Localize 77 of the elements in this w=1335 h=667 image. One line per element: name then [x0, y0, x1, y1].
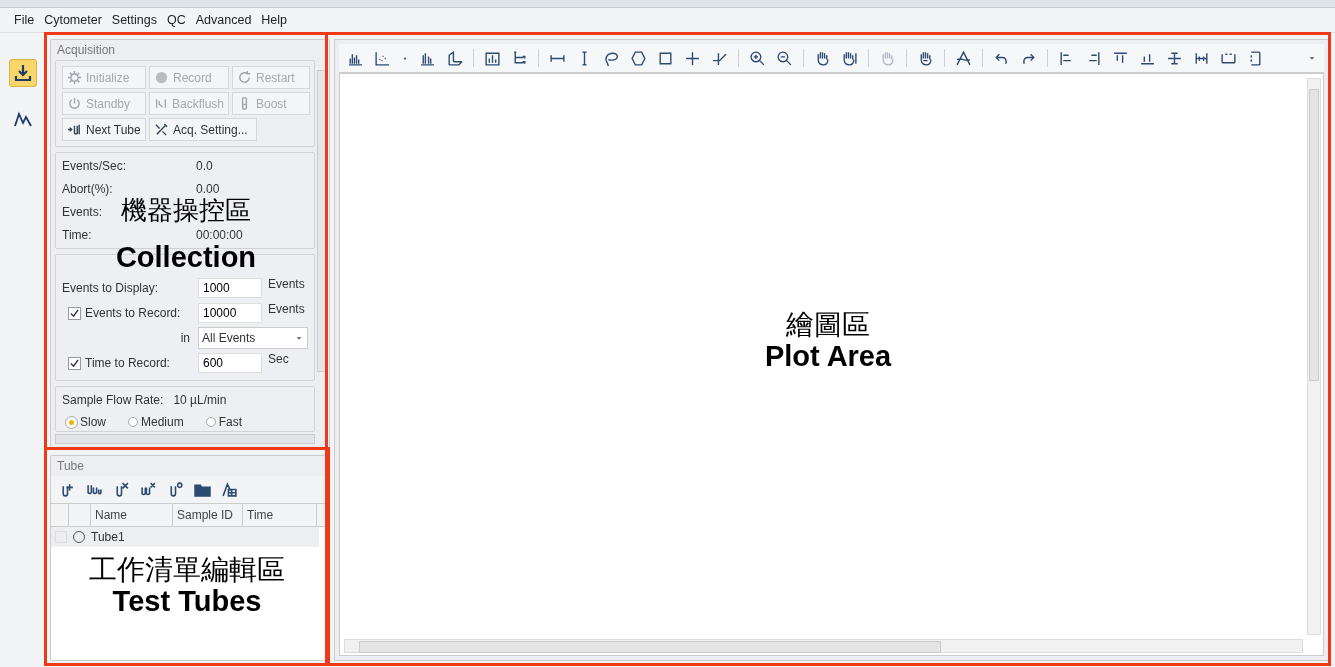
menu-item[interactable]: Cytometer — [44, 13, 102, 27]
add-tube-icon[interactable] — [59, 481, 76, 498]
column-header[interactable]: Sample ID — [173, 504, 243, 526]
stat-label: Events: — [62, 205, 103, 219]
power-icon — [67, 96, 82, 111]
zoom-out-icon[interactable] — [776, 49, 793, 67]
unit-label: Sec — [268, 352, 289, 366]
annotation-subtitle: Collection — [115, 243, 257, 272]
backflush-icon — [154, 96, 168, 111]
radio-button[interactable]: Slow — [66, 415, 106, 429]
field-label: Events to Record: — [85, 306, 181, 320]
column-header[interactable]: Time — [243, 504, 317, 526]
flow-rate-value: 10 µL/min — [173, 393, 227, 407]
rectangle-icon[interactable] — [657, 49, 674, 67]
annotation-title: 繪圖區 — [786, 310, 870, 341]
checkbox[interactable] — [68, 356, 81, 370]
stat-label: Abort(%): — [62, 182, 113, 196]
field-label: Events to Display: — [62, 281, 159, 295]
vertical-scrollbar[interactable] — [1307, 78, 1321, 635]
curve-icon[interactable] — [955, 49, 972, 67]
field-label: Time to Record: — [85, 356, 170, 370]
menu-item[interactable]: Advanced — [195, 13, 252, 27]
stat-label: Events/Sec: — [62, 159, 127, 173]
menu-item[interactable]: Help — [261, 13, 288, 27]
next-tube-icon — [67, 122, 82, 137]
delete-tubes-icon[interactable] — [140, 481, 157, 498]
horizontal-scrollbar[interactable] — [344, 639, 1303, 653]
column-header[interactable]: Name — [91, 504, 173, 526]
stat-value: 0.00 — [196, 182, 220, 196]
download-icon — [13, 63, 33, 83]
report-icon[interactable] — [221, 481, 238, 498]
field-label: Sample Flow Rate: — [62, 393, 164, 407]
hand-icon[interactable] — [841, 49, 858, 67]
input-field[interactable]: 10000 — [198, 303, 262, 323]
toolbar-button[interactable]: Next Tube — [62, 118, 146, 141]
field-label: in — [180, 331, 190, 345]
unit-label: Events — [268, 302, 305, 316]
menu-item[interactable]: Settings — [111, 13, 157, 27]
vertical-scrollbar[interactable] — [317, 70, 327, 372]
dot-plot-icon[interactable] — [374, 49, 391, 67]
panel-title: Acquisition — [56, 42, 117, 59]
toolbar-button[interactable]: Acq. Setting... — [149, 118, 257, 141]
delete-tube-icon[interactable] — [113, 481, 130, 498]
align-middle-icon[interactable] — [1166, 49, 1183, 67]
checkbox[interactable] — [68, 306, 81, 320]
caret-icon[interactable] — [295, 334, 303, 342]
caret-icon[interactable] — [1308, 54, 1316, 62]
stat-value: 0.0 — [196, 159, 213, 173]
folder-icon[interactable] — [194, 481, 211, 498]
table-cell: Tube1 — [91, 530, 125, 544]
dropdown[interactable]: All Events — [198, 327, 308, 349]
horizontal-scrollbar[interactable] — [55, 434, 315, 444]
stat-value: 00:00:00 — [196, 228, 243, 242]
input-field[interactable]: 1000 — [198, 278, 262, 298]
crosshair-icon[interactable] — [684, 49, 701, 67]
annotation-subtitle: Test Tubes — [112, 585, 262, 618]
tools-icon — [154, 122, 169, 137]
menu-item[interactable]: File — [14, 13, 35, 27]
tube-settings-icon[interactable] — [167, 481, 184, 498]
annotation-title: 機器操控區 — [121, 197, 251, 223]
stat-label: Time: — [62, 228, 92, 242]
hierarchy-icon[interactable] — [511, 49, 528, 67]
download-button[interactable] — [9, 59, 37, 87]
bar-chart-icon[interactable] — [484, 49, 501, 67]
radio-button[interactable]: Medium — [128, 415, 184, 429]
restart-icon — [237, 70, 252, 85]
radio-button[interactable]: Fast — [205, 415, 243, 429]
lasso-icon[interactable] — [603, 49, 620, 67]
polygon-icon[interactable] — [630, 49, 647, 67]
annotation-subtitle: Plot Area — [764, 340, 892, 373]
input-field[interactable]: 600 — [198, 353, 262, 373]
menu-item[interactable]: QC — [167, 13, 186, 27]
unit-label: Events — [268, 277, 305, 291]
gear-icon — [67, 70, 82, 85]
zoom-in-icon[interactable] — [749, 49, 766, 67]
annotation-title: 工作清單編輯區 — [89, 555, 285, 586]
record-icon — [154, 70, 169, 85]
